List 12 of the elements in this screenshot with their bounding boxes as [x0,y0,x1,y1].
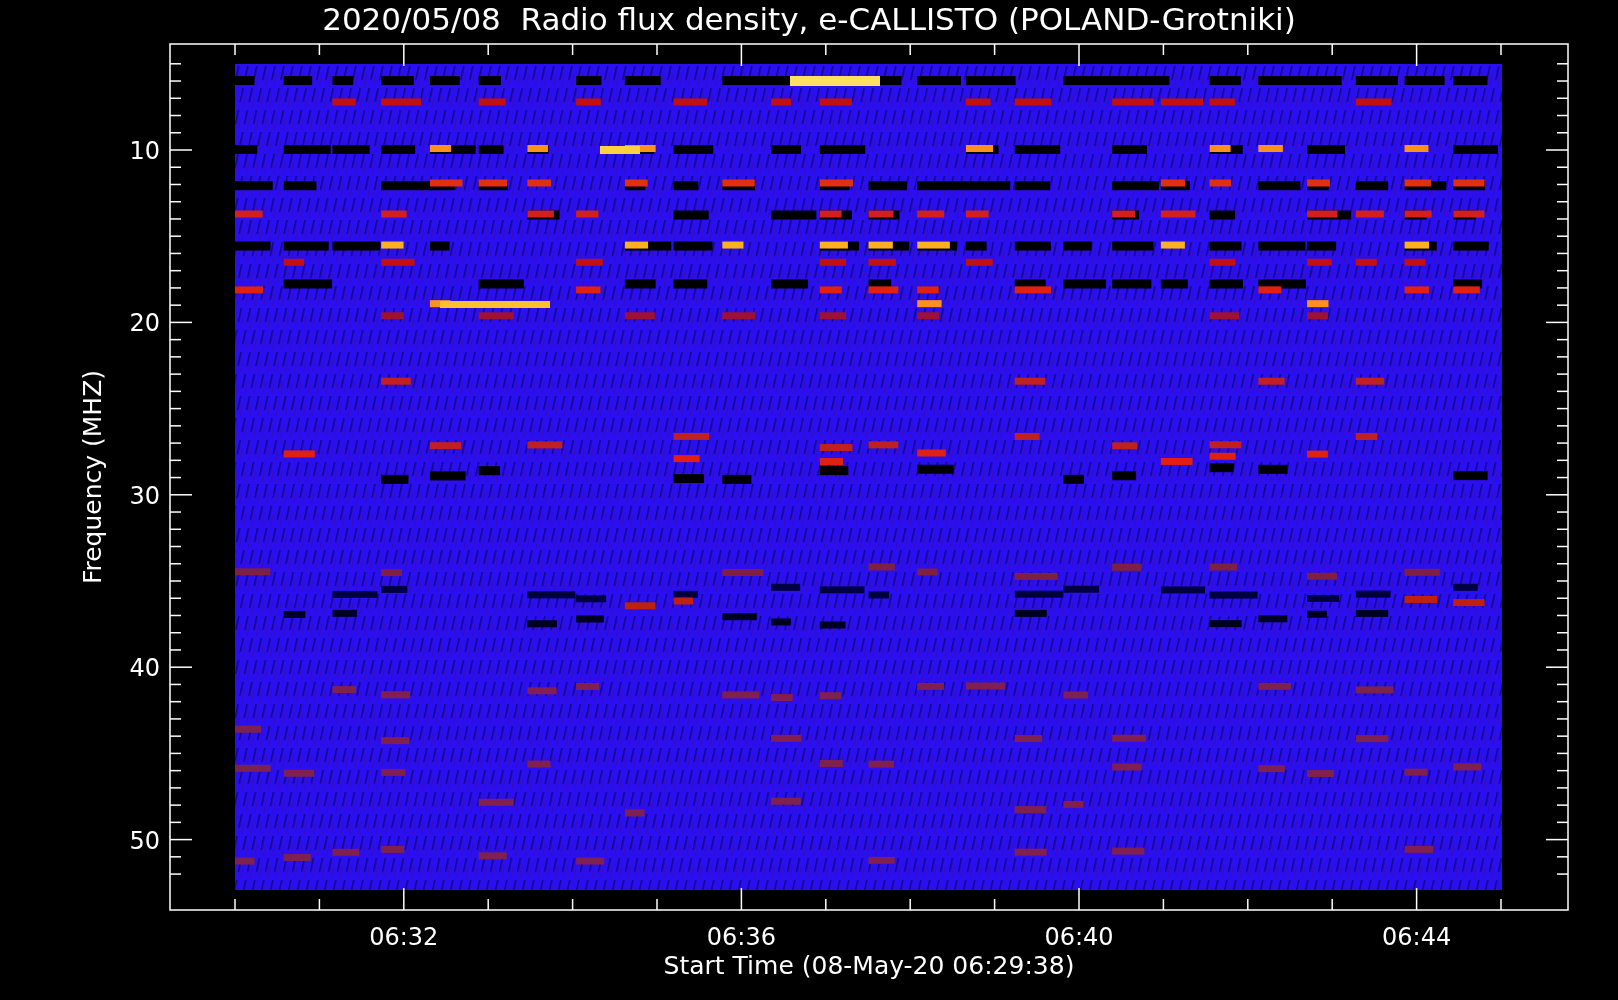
x-tick-label: 06:32 [369,923,439,951]
y-tick-label: 40 [129,654,160,683]
y-axis-label: Frequency (MHZ) [78,369,107,585]
chart-title: 2020/05/08 Radio flux density, e-CALLISTO (POLAND-Grotniki) [322,1,1296,37]
x-tick-label: 06:36 [706,923,776,951]
y-tick-label: 20 [129,309,160,338]
x-tick-label: 06:44 [1382,923,1452,951]
x-axis-label: Start Time (08-May-20 06:29:38) [663,951,1075,980]
x-tick-label: 06:40 [1044,923,1114,951]
y-tick-label: 30 [129,481,160,510]
y-tick-label: 50 [129,826,160,855]
y-tick-label: 10 [129,137,160,165]
